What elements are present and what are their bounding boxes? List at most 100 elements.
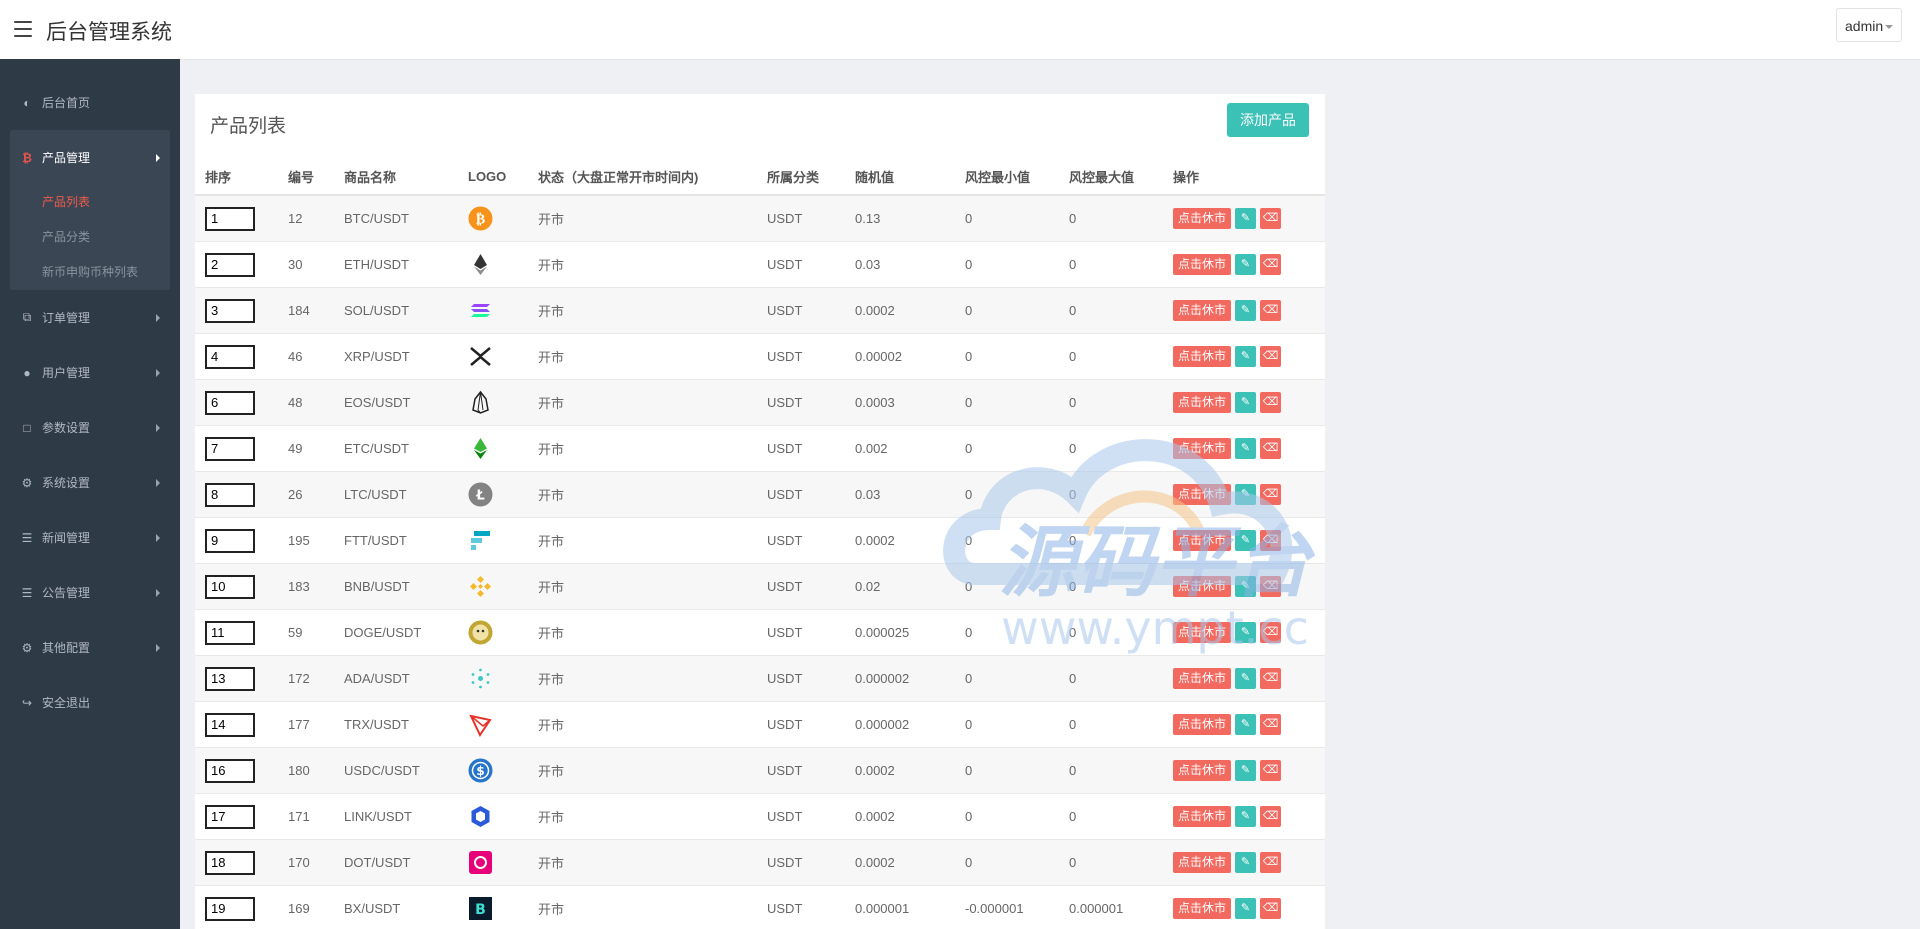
sidebar-item-news[interactable]: ☰ 新闻管理: [0, 510, 180, 565]
pencil-icon[interactable]: ✎: [1235, 898, 1257, 919]
trash-icon[interactable]: ⌫: [1260, 852, 1282, 873]
id-cell: 26: [278, 471, 334, 518]
close-market-button[interactable]: 点击休市: [1173, 300, 1232, 321]
trash-icon[interactable]: ⌫: [1260, 392, 1282, 413]
bx-logo: B: [468, 896, 493, 921]
sidebar-item-notices[interactable]: ☰ 公告管理: [0, 565, 180, 620]
trash-icon[interactable]: ⌫: [1260, 300, 1282, 321]
close-market-button[interactable]: 点击休市: [1173, 852, 1232, 873]
pencil-icon[interactable]: ✎: [1235, 208, 1257, 229]
sidebar-subitem-new-coin-list[interactable]: 新币申购币种列表: [10, 255, 170, 290]
risk-min-cell: 0: [955, 287, 1059, 334]
sort-input[interactable]: [205, 528, 255, 553]
pencil-icon[interactable]: ✎: [1235, 254, 1257, 275]
name-cell: EOS/USDT: [334, 379, 458, 426]
sort-input[interactable]: [205, 574, 255, 599]
trash-icon[interactable]: ⌫: [1260, 622, 1282, 643]
sort-input[interactable]: [205, 390, 255, 415]
sidebar-item-logout[interactable]: ↪ 安全退出: [0, 675, 180, 730]
doge-logo: [468, 620, 493, 645]
table-row: 26LTC/USDTŁ开市USDT0.0300点击休市✎⌫: [195, 471, 1325, 518]
sidebar-item-home[interactable]: ◐ 后台首页: [0, 75, 180, 130]
sort-input[interactable]: [205, 620, 255, 645]
pencil-icon[interactable]: ✎: [1235, 622, 1257, 643]
trash-icon[interactable]: ⌫: [1260, 576, 1282, 597]
sort-input[interactable]: [205, 206, 255, 231]
close-market-button[interactable]: 点击休市: [1173, 806, 1232, 827]
sort-cell: [195, 793, 278, 840]
sidebar-subitem-product-list[interactable]: 产品列表: [10, 185, 170, 220]
close-market-button[interactable]: 点击休市: [1173, 668, 1232, 689]
close-market-button[interactable]: 点击休市: [1173, 346, 1232, 367]
name-cell: ETC/USDT: [334, 425, 458, 472]
trash-icon[interactable]: ⌫: [1260, 254, 1282, 275]
trash-icon[interactable]: ⌫: [1260, 484, 1282, 505]
close-market-button[interactable]: 点击休市: [1173, 438, 1232, 459]
sort-input[interactable]: [205, 666, 255, 691]
sidebar-item-orders[interactable]: ⧉ 订单管理: [0, 290, 180, 345]
close-market-button[interactable]: 点击休市: [1173, 714, 1232, 735]
trash-icon[interactable]: ⌫: [1260, 714, 1282, 735]
random-cell: 0.0002: [845, 747, 955, 794]
close-market-button[interactable]: 点击休市: [1173, 254, 1232, 275]
sort-input[interactable]: [205, 298, 255, 323]
random-cell: 0.000002: [845, 655, 955, 702]
pencil-icon[interactable]: ✎: [1235, 668, 1257, 689]
sort-input[interactable]: [205, 482, 255, 507]
trash-icon[interactable]: ⌫: [1260, 898, 1282, 919]
sort-input[interactable]: [205, 850, 255, 875]
trash-icon[interactable]: ⌫: [1260, 530, 1282, 551]
sort-input[interactable]: [205, 712, 255, 737]
close-market-button[interactable]: 点击休市: [1173, 484, 1232, 505]
trash-icon[interactable]: ⌫: [1260, 346, 1282, 367]
eth-logo: [468, 252, 493, 277]
product-list-panel: 产品列表 添加产品 排序 编号 商品名称 LOGO 状态（大盘正常开市时间内) …: [195, 94, 1325, 929]
close-market-button[interactable]: 点击休市: [1173, 898, 1232, 919]
close-market-button[interactable]: 点击休市: [1173, 760, 1232, 781]
pencil-icon[interactable]: ✎: [1235, 852, 1257, 873]
sort-input[interactable]: [205, 896, 255, 921]
sort-input[interactable]: [205, 252, 255, 277]
trash-icon[interactable]: ⌫: [1260, 760, 1282, 781]
risk-min-cell: 0: [955, 333, 1059, 380]
add-product-button[interactable]: 添加产品: [1227, 103, 1309, 137]
pencil-icon[interactable]: ✎: [1235, 714, 1257, 735]
table-row: 184SOL/USDT开市USDT0.000200点击休市✎⌫: [195, 287, 1325, 334]
sort-input[interactable]: [205, 804, 255, 829]
pencil-icon[interactable]: ✎: [1235, 438, 1257, 459]
close-market-button[interactable]: 点击休市: [1173, 576, 1232, 597]
trash-icon[interactable]: ⌫: [1260, 806, 1282, 827]
menu-toggle-icon[interactable]: [14, 21, 32, 37]
sidebar-item-params[interactable]: □ 参数设置: [0, 400, 180, 455]
link-logo: [468, 804, 493, 829]
close-market-button[interactable]: 点击休市: [1173, 622, 1232, 643]
trash-icon[interactable]: ⌫: [1260, 438, 1282, 459]
pencil-icon[interactable]: ✎: [1235, 300, 1257, 321]
trash-icon[interactable]: ⌫: [1260, 668, 1282, 689]
sort-input[interactable]: [205, 436, 255, 461]
pencil-icon[interactable]: ✎: [1235, 484, 1257, 505]
sidebar-item-users[interactable]: ● 用户管理: [0, 345, 180, 400]
sidebar-item-system[interactable]: ⚙ 系统设置: [0, 455, 180, 510]
pencil-icon[interactable]: ✎: [1235, 392, 1257, 413]
name-cell: ETH/USDT: [334, 241, 458, 288]
id-cell: 180: [278, 747, 334, 794]
sidebar-subitem-product-category[interactable]: 产品分类: [10, 220, 170, 255]
sidebar-item-products[interactable]: ₿ 产品管理: [10, 130, 170, 185]
sort-input[interactable]: [205, 758, 255, 783]
chevron-right-icon: [156, 369, 160, 377]
close-market-button[interactable]: 点击休市: [1173, 530, 1232, 551]
sidebar-item-other[interactable]: ⚙ 其他配置: [0, 620, 180, 675]
pencil-icon[interactable]: ✎: [1235, 346, 1257, 367]
sort-input[interactable]: [205, 344, 255, 369]
trash-icon[interactable]: ⌫: [1260, 208, 1282, 229]
pencil-icon[interactable]: ✎: [1235, 576, 1257, 597]
close-market-button[interactable]: 点击休市: [1173, 208, 1232, 229]
close-market-button[interactable]: 点击休市: [1173, 392, 1232, 413]
category-cell: USDT: [757, 241, 845, 288]
logo-cell: [458, 701, 528, 748]
pencil-icon[interactable]: ✎: [1235, 806, 1257, 827]
pencil-icon[interactable]: ✎: [1235, 530, 1257, 551]
pencil-icon[interactable]: ✎: [1235, 760, 1257, 781]
user-menu[interactable]: admin: [1836, 8, 1902, 42]
